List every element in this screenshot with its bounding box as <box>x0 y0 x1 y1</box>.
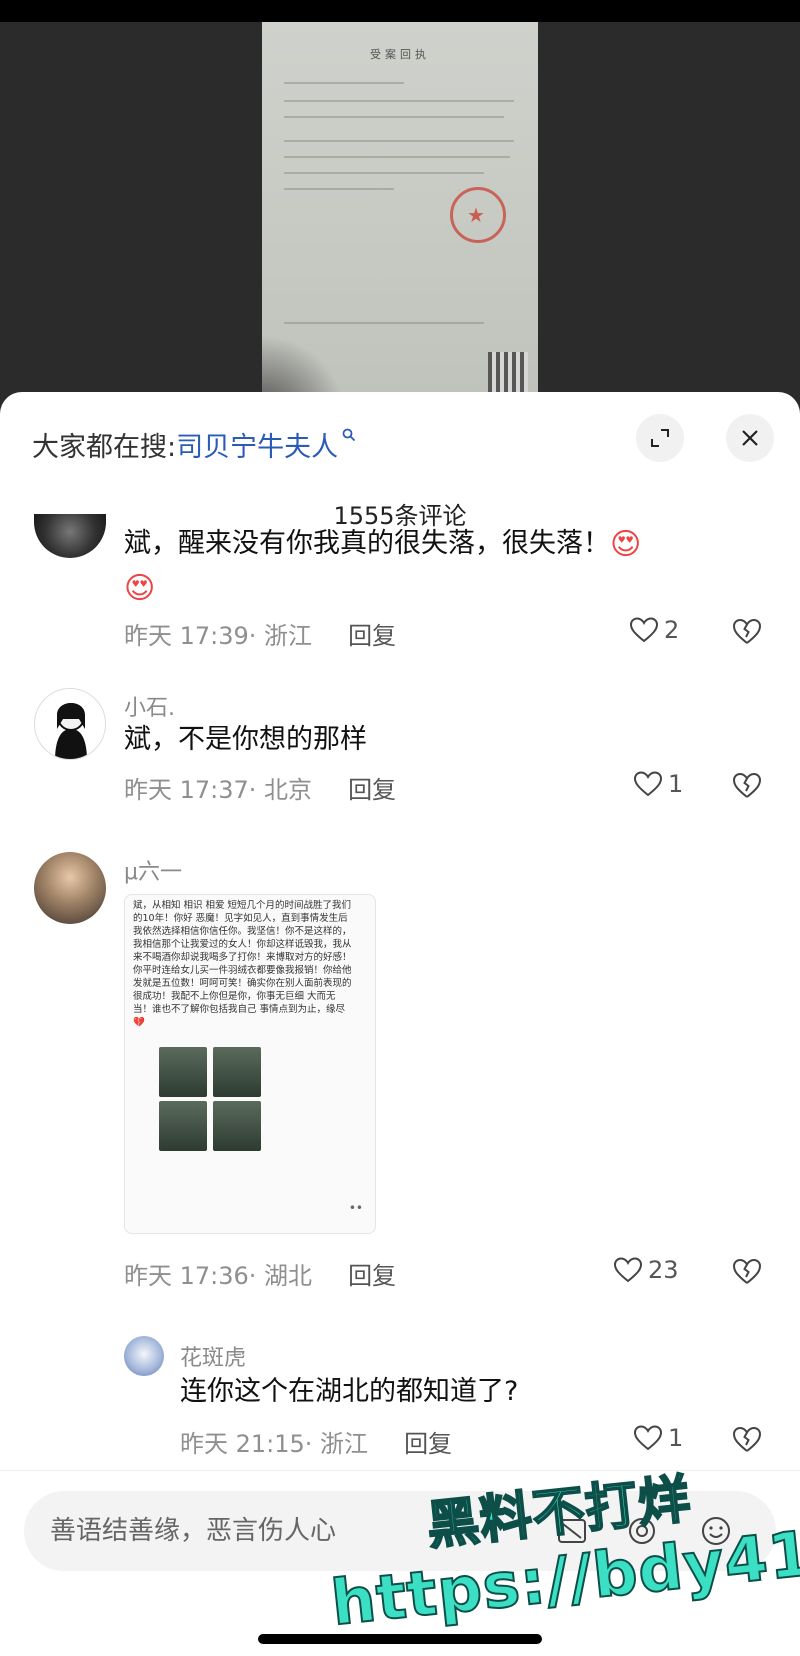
search-icon <box>342 427 356 446</box>
document-text-line <box>284 140 514 142</box>
comment-item: μ六一 斌，从相知 相识 相爱 短短几个月的时间战胜了我们的10年！你好 恶魔！… <box>0 852 800 1322</box>
reply-button[interactable]: 回复 <box>348 616 396 651</box>
like-button[interactable]: 1 <box>632 1422 683 1454</box>
like-count: 1 <box>668 1424 684 1452</box>
like-button[interactable]: 2 <box>628 614 679 646</box>
image-thumbnail <box>213 1101 261 1151</box>
document-text-line <box>284 82 404 84</box>
expand-icon <box>651 429 669 447</box>
like-count: 1 <box>668 770 684 798</box>
comment-item: 斌，醒来没有你我真的很失落，很失落！😍 😍 昨天 17:39· 浙江 回复 2 <box>0 514 800 672</box>
reply-button[interactable]: 回复 <box>348 770 396 805</box>
comment-time-location: 昨天 17:36· 湖北 <box>124 1262 313 1290</box>
qr-code <box>488 352 528 392</box>
comment-text: 斌，醒来没有你我真的很失落，很失落！😍 😍 <box>124 522 724 611</box>
trending-search-term[interactable]: 司贝宁牛夫人 <box>176 425 338 464</box>
reply-item: 花斑虎 连你这个在湖北的都知道了? 昨天 21:15· 浙江 回复 1 <box>0 1336 800 1466</box>
comment-time-location: 昨天 17:39· 浙江 <box>124 622 313 650</box>
comment-text: 连你这个在湖北的都知道了? <box>180 1376 519 1407</box>
heart-icon <box>613 1257 643 1283</box>
comment-meta: 昨天 17:37· 北京 回复 <box>124 770 396 805</box>
close-button[interactable] <box>726 414 774 462</box>
reply-button[interactable]: 回复 <box>348 1256 396 1291</box>
document-text-line <box>284 100 514 102</box>
image-message-text: 斌，从相知 相识 相爱 短短几个月的时间战胜了我们的10年！你好 恶魔！见字如见… <box>133 900 352 1028</box>
comment-text: 斌，不是你想的那样 <box>124 724 367 755</box>
image-thumbnail <box>213 1047 261 1097</box>
heart-eyes-emoji-icon: 😍 <box>124 571 156 606</box>
comment-username[interactable]: μ六一 <box>124 854 182 886</box>
comment-time-location: 昨天 17:37· 北京 <box>124 776 313 804</box>
avatar[interactable] <box>34 688 106 760</box>
document-text-line <box>284 322 484 324</box>
heart-icon <box>633 771 663 797</box>
dislike-broken-heart-icon[interactable] <box>730 1254 764 1288</box>
heart-icon <box>629 617 659 643</box>
document-title: 受案回执 <box>370 48 430 61</box>
close-icon <box>742 430 758 446</box>
like-button[interactable]: 23 <box>612 1254 679 1286</box>
home-indicator[interactable] <box>258 1634 542 1644</box>
trending-search[interactable]: 大家都在搜: 司贝宁牛夫人 <box>32 422 356 466</box>
video-player[interactable]: 受案回执 ★ <box>0 0 800 420</box>
trending-search-prefix: 大家都在搜: <box>32 431 177 463</box>
dislike-broken-heart-icon[interactable] <box>730 1422 764 1456</box>
heart-icon <box>633 1425 663 1451</box>
comment-meta: 昨天 17:36· 湖北 回复 <box>124 1256 396 1291</box>
dislike-broken-heart-icon[interactable] <box>730 614 764 648</box>
like-count: 2 <box>664 616 680 644</box>
comment-username[interactable]: 花斑虎 <box>180 1340 246 1372</box>
comment-attached-image[interactable]: 斌，从相知 相识 相爱 短短几个月的时间战胜了我们的10年！你好 恶魔！见字如见… <box>124 894 376 1234</box>
document-text-line <box>284 188 394 190</box>
document-text-line <box>284 116 504 118</box>
avatar[interactable] <box>34 852 106 924</box>
comment-time-location: 昨天 21:15· 浙江 <box>180 1430 369 1458</box>
comment-meta: 昨天 17:39· 浙江 回复 <box>124 616 396 651</box>
like-button[interactable]: 1 <box>632 768 683 800</box>
document-text-line <box>284 156 510 158</box>
image-thumbnail <box>159 1101 207 1151</box>
document-text-line <box>284 172 484 174</box>
comment-meta: 昨天 21:15· 浙江 回复 <box>180 1424 452 1459</box>
expand-button[interactable] <box>636 414 684 462</box>
avatar[interactable] <box>124 1336 164 1376</box>
heart-eyes-emoji-icon: 😍 <box>610 526 642 562</box>
seal-star-icon: ★ <box>467 203 485 227</box>
image-thumbnail <box>159 1047 207 1097</box>
status-bar-strip <box>0 0 800 22</box>
dislike-broken-heart-icon[interactable] <box>730 768 764 802</box>
reply-button[interactable]: 回复 <box>404 1424 452 1459</box>
avatar[interactable] <box>34 514 106 558</box>
more-dots-icon: •• <box>348 1201 363 1215</box>
like-count: 23 <box>648 1256 679 1284</box>
comment-item: 小石. 斌，不是你想的那样 昨天 17:37· 北京 回复 1 <box>0 688 800 818</box>
